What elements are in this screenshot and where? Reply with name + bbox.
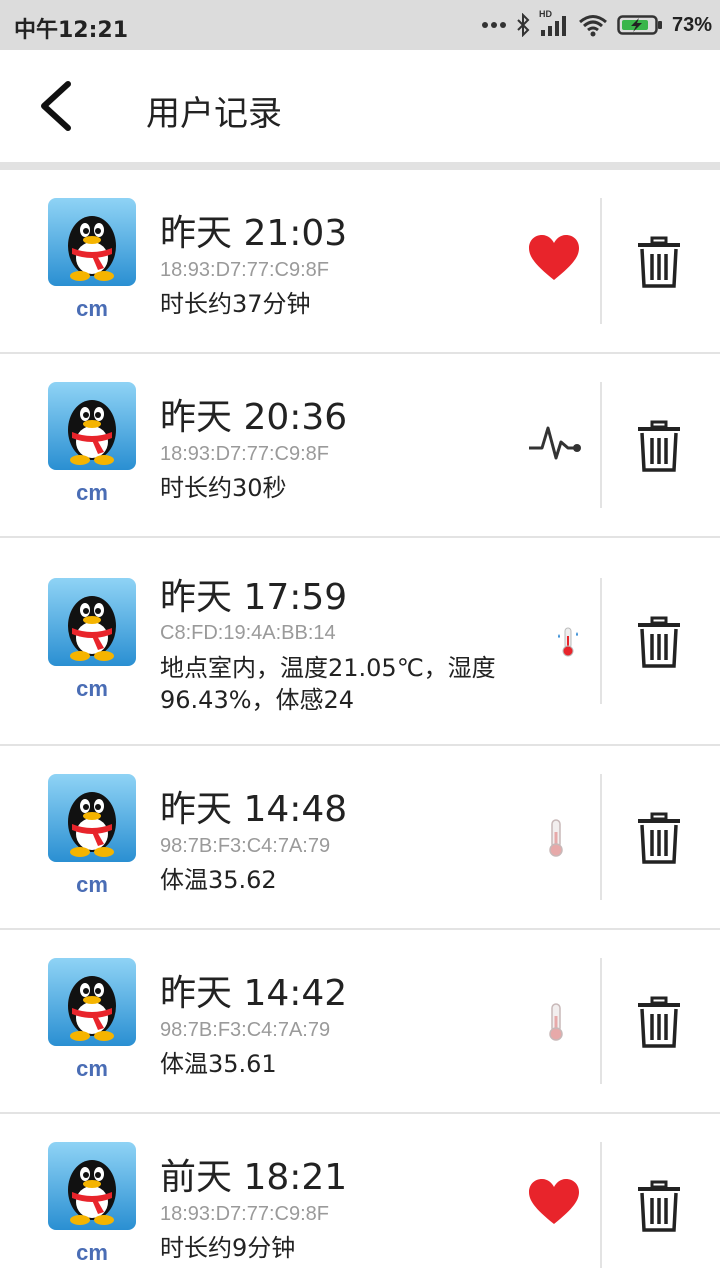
- delete-button[interactable]: [636, 812, 682, 864]
- penguin-avatar-icon: [48, 382, 136, 470]
- penguin-avatar-icon: [48, 578, 136, 666]
- app-bar-divider: [0, 162, 720, 170]
- trash-icon: [638, 996, 680, 1048]
- thermometer-icon: [546, 818, 566, 862]
- record-time: 昨天 17:59: [160, 577, 348, 618]
- user-name: cm: [76, 676, 108, 701]
- wifi-icon: [578, 13, 608, 37]
- record-time: 昨天 14:42: [160, 973, 348, 1014]
- record-time: 昨天 14:48: [160, 789, 348, 830]
- record-time: 昨天 21:03: [160, 213, 348, 254]
- penguin-avatar-icon: [48, 958, 136, 1046]
- penguin-avatar-icon: [48, 1142, 136, 1230]
- record-row[interactable]: cm 昨天 14:42 98:7B:F3:C4:7A:79 体温35.61: [0, 930, 720, 1114]
- trash-icon: [638, 236, 680, 288]
- heart-icon: [528, 1178, 580, 1230]
- trash-icon: [638, 812, 680, 864]
- record-row[interactable]: cm 昨天 17:59 C8:FD:19:4A:BB:14 地点室内，温度21.…: [0, 538, 720, 746]
- trash-icon: [638, 1180, 680, 1232]
- battery-percentage: 73%: [671, 13, 712, 36]
- user-name: cm: [76, 480, 108, 505]
- back-arrow-icon: [41, 81, 71, 131]
- delete-button[interactable]: [636, 996, 682, 1048]
- record-time: 昨天 20:36: [160, 397, 348, 438]
- bluetooth-icon: [516, 13, 530, 37]
- row-divider: [600, 774, 602, 900]
- trash-icon: [638, 420, 680, 472]
- user-name: cm: [76, 1240, 108, 1265]
- record-description: 时长约9分钟: [160, 1234, 296, 1262]
- user-name: cm: [76, 296, 108, 321]
- records-list: cm 昨天 21:03 18:93:D7:77:C9:8F 时长约37分钟 cm…: [0, 170, 720, 1284]
- row-divider: [600, 958, 602, 1084]
- status-icons: HD 73%: [481, 9, 712, 40]
- thermometer-icon: [546, 1002, 566, 1046]
- status-time: 中午12:21: [14, 18, 129, 43]
- app-bar: 用户记录: [0, 50, 720, 162]
- record-description: 地点室内，温度21.05℃，湿度96.43%，体感24: [160, 654, 496, 714]
- device-mac: 98:7B:F3:C4:7A:79: [160, 835, 331, 857]
- device-mac: C8:FD:19:4A:BB:14: [160, 622, 336, 644]
- humidity-thermometer-icon: [556, 626, 580, 662]
- row-divider: [600, 578, 602, 704]
- record-description: 时长约37分钟: [160, 290, 311, 318]
- record-row[interactable]: cm 昨天 20:36 18:93:D7:77:C9:8F 时长约30秒: [0, 354, 720, 538]
- user-name: cm: [76, 1056, 108, 1081]
- record-description: 体温35.61: [160, 1050, 277, 1078]
- row-divider: [600, 1142, 602, 1268]
- record-row[interactable]: cm 前天 18:21 18:93:D7:77:C9:8F 时长约9分钟: [0, 1114, 720, 1284]
- device-mac: 18:93:D7:77:C9:8F: [160, 1203, 329, 1225]
- more-dots-icon: [481, 21, 507, 29]
- delete-button[interactable]: [636, 616, 682, 668]
- back-button[interactable]: [30, 78, 86, 134]
- delete-button[interactable]: [636, 236, 682, 288]
- signal-icon: HD: [539, 9, 569, 38]
- record-description: 时长约30秒: [160, 474, 287, 502]
- record-time: 前天 18:21: [160, 1157, 348, 1198]
- pulse-icon: [528, 422, 582, 466]
- status-bar: 中午12:21 HD 73%: [0, 0, 720, 50]
- page-title: 用户记录: [146, 94, 282, 134]
- battery-icon: [617, 14, 663, 36]
- record-description: 体温35.62: [160, 866, 277, 894]
- trash-icon: [638, 616, 680, 668]
- user-name: cm: [76, 872, 108, 897]
- delete-button[interactable]: [636, 1180, 682, 1232]
- record-row[interactable]: cm 昨天 21:03 18:93:D7:77:C9:8F 时长约37分钟: [0, 170, 720, 354]
- penguin-avatar-icon: [48, 774, 136, 862]
- heart-icon: [528, 234, 580, 286]
- device-mac: 18:93:D7:77:C9:8F: [160, 259, 329, 281]
- device-mac: 98:7B:F3:C4:7A:79: [160, 1019, 331, 1041]
- delete-button[interactable]: [636, 420, 682, 472]
- row-divider: [600, 198, 602, 324]
- row-divider: [600, 382, 602, 508]
- record-row[interactable]: cm 昨天 14:48 98:7B:F3:C4:7A:79 体温35.62: [0, 746, 720, 930]
- penguin-avatar-icon: [48, 198, 136, 286]
- device-mac: 18:93:D7:77:C9:8F: [160, 443, 329, 465]
